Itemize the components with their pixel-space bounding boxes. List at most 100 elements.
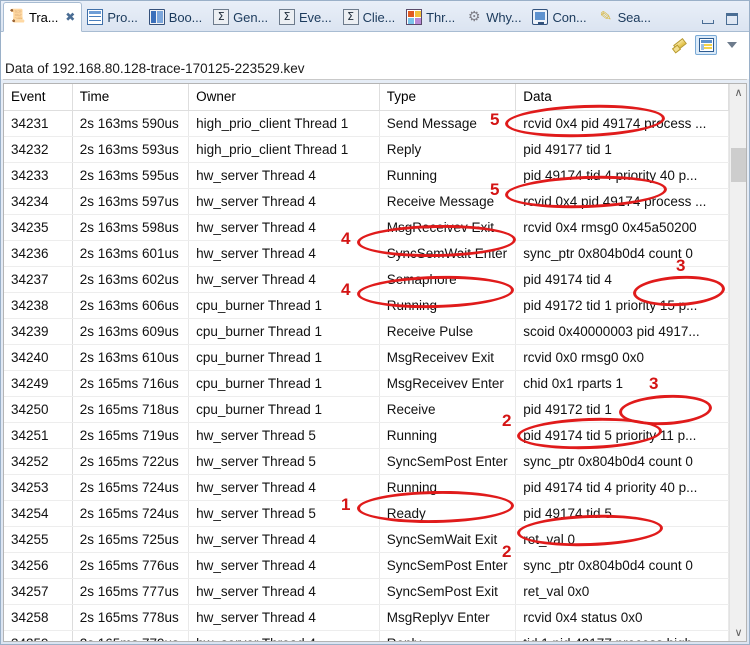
cell-event: 34240 (4, 344, 72, 370)
scroll-up-arrow-icon[interactable]: ∧ (730, 84, 747, 101)
table-row[interactable]: 342322s 163ms 593ushigh_prio_client Thre… (4, 136, 729, 162)
tab-properties[interactable]: Pro... (82, 3, 143, 31)
cell-type: Running (379, 292, 515, 318)
tab-label: Gen... (233, 10, 268, 25)
column-header-type[interactable]: Type (379, 84, 515, 110)
minimize-icon[interactable] (701, 13, 715, 25)
column-header-data[interactable]: Data (516, 84, 729, 110)
tab-general[interactable]: Σ Gen... (208, 3, 274, 31)
highlighter-tool-button[interactable] (669, 35, 691, 55)
cell-data: pid 49174 tid 4 priority 40 p... (516, 474, 729, 500)
cell-owner: hw_server Thread 4 (189, 188, 380, 214)
table-row[interactable]: 342342s 163ms 597ushw_server Thread 4Rec… (4, 188, 729, 214)
close-icon[interactable]: ✖ (65, 10, 75, 24)
table-row[interactable]: 342592s 165ms 779ushw_server Thread 4Rep… (4, 630, 729, 641)
cell-time: 2s 163ms 597us (72, 188, 188, 214)
table-row[interactable]: 342562s 165ms 776ushw_server Thread 4Syn… (4, 552, 729, 578)
sigma-icon: Σ (343, 9, 359, 25)
cell-type: SyncSemWait Enter (379, 240, 515, 266)
column-header-event[interactable]: Event (4, 84, 72, 110)
cell-owner: hw_server Thread 4 (189, 214, 380, 240)
cell-data: pid 49174 tid 4 priority 40 p... (516, 162, 729, 188)
cell-time: 2s 165ms 719us (72, 422, 188, 448)
cell-data: scoid 0x40000003 pid 4917... (516, 318, 729, 344)
trace-table-scroll-area[interactable]: Event Time Owner Type Data 342312s 163ms… (4, 84, 729, 641)
thread-quadrant-icon (406, 9, 422, 25)
cell-type: MsgReceivev Enter (379, 370, 515, 396)
table-row[interactable]: 342362s 163ms 601ushw_server Thread 4Syn… (4, 240, 729, 266)
tab-label: Tra... (29, 10, 58, 25)
cell-owner: hw_server Thread 4 (189, 162, 380, 188)
cell-type: SyncSemPost Exit (379, 578, 515, 604)
tab-bookmarks[interactable]: Boo... (144, 3, 208, 31)
table-row[interactable]: 342492s 165ms 716uscpu_burner Thread 1Ms… (4, 370, 729, 396)
tab-client[interactable]: Σ Clie... (338, 3, 402, 31)
table-row[interactable]: 342582s 165ms 778ushw_server Thread 4Msg… (4, 604, 729, 630)
view-menu-button[interactable] (721, 35, 743, 55)
table-row[interactable]: 342532s 165ms 724ushw_server Thread 4Run… (4, 474, 729, 500)
table-row[interactable]: 342552s 165ms 725ushw_server Thread 4Syn… (4, 526, 729, 552)
table-row[interactable]: 342502s 165ms 718uscpu_burner Thread 1Re… (4, 396, 729, 422)
scroll-down-arrow-icon[interactable]: ∨ (730, 624, 747, 641)
table-view-toggle-button[interactable] (695, 35, 717, 55)
tab-label: Boo... (169, 10, 202, 25)
table-row[interactable]: 342392s 163ms 609uscpu_burner Thread 1Re… (4, 318, 729, 344)
table-row[interactable]: 342332s 163ms 595ushw_server Thread 4Run… (4, 162, 729, 188)
editor-tab-bar: 📜 Tra... ✖ Pro... Boo... Σ Gen... Σ Eve.… (1, 1, 749, 32)
cell-data: chid 0x1 rparts 1 (516, 370, 729, 396)
cell-event: 34239 (4, 318, 72, 344)
table-row[interactable]: 342372s 163ms 602ushw_server Thread 4Sem… (4, 266, 729, 292)
tab-label: Pro... (107, 10, 137, 25)
column-header-time[interactable]: Time (72, 84, 188, 110)
vertical-scrollbar[interactable]: ∧ ∨ (729, 84, 746, 641)
table-row[interactable]: 342312s 163ms 590ushigh_prio_client Thre… (4, 110, 729, 136)
scrollbar-thumb[interactable] (731, 148, 746, 182)
tab-console[interactable]: Con... (527, 3, 592, 31)
tab-label: Eve... (299, 10, 332, 25)
cell-data: pid 49172 tid 1 (516, 396, 729, 422)
cell-event: 34235 (4, 214, 72, 240)
cell-type: Reply (379, 136, 515, 162)
cell-type: Running (379, 474, 515, 500)
cell-owner: hw_server Thread 4 (189, 474, 380, 500)
table-row[interactable]: 342402s 163ms 610uscpu_burner Thread 1Ms… (4, 344, 729, 370)
table-row[interactable]: 342522s 165ms 722ushw_server Thread 5Syn… (4, 448, 729, 474)
cell-time: 2s 165ms 724us (72, 500, 188, 526)
cell-data: rcvid 0x4 pid 49174 process ... (516, 110, 729, 136)
tab-events[interactable]: Σ Eve... (274, 3, 338, 31)
cell-type: Ready (379, 500, 515, 526)
cell-owner: hw_server Thread 5 (189, 500, 380, 526)
tab-label: Why... (486, 10, 521, 25)
tab-threads[interactable]: Thr... (401, 3, 461, 31)
cell-owner: high_prio_client Thread 1 (189, 110, 380, 136)
tab-label: Clie... (363, 10, 396, 25)
table-row[interactable]: 342542s 165ms 724ushw_server Thread 5Rea… (4, 500, 729, 526)
cell-event: 34256 (4, 552, 72, 578)
cell-time: 2s 165ms 716us (72, 370, 188, 396)
table-row[interactable]: 342512s 165ms 719ushw_server Thread 5Run… (4, 422, 729, 448)
search-pen-icon: ✎ (597, 8, 615, 26)
cell-owner: cpu_burner Thread 1 (189, 318, 380, 344)
cell-time: 2s 163ms 609us (72, 318, 188, 344)
cell-owner: hw_server Thread 4 (189, 604, 380, 630)
cell-data: ret_val 0 (516, 526, 729, 552)
cell-time: 2s 165ms 778us (72, 604, 188, 630)
table-row[interactable]: 342572s 165ms 777ushw_server Thread 4Syn… (4, 578, 729, 604)
view-title-bar: Data of 192.168.80.128-trace-170125-2235… (1, 57, 749, 79)
cell-data: ret_val 0x0 (516, 578, 729, 604)
cell-data: tid 1 pid 49177 process high... (516, 630, 729, 641)
table-header-row: Event Time Owner Type Data (4, 84, 729, 110)
cell-owner: hw_server Thread 5 (189, 422, 380, 448)
tab-label: Sea... (618, 10, 651, 25)
table-row[interactable]: 342382s 163ms 606uscpu_burner Thread 1Ru… (4, 292, 729, 318)
cell-event: 34251 (4, 422, 72, 448)
tab-search[interactable]: ✎ Sea... (593, 3, 657, 31)
maximize-icon[interactable] (725, 13, 739, 25)
chevron-down-icon (727, 42, 737, 48)
column-header-owner[interactable]: Owner (189, 84, 380, 110)
cell-owner: hw_server Thread 4 (189, 240, 380, 266)
tab-trace[interactable]: 📜 Tra... ✖ (3, 2, 82, 32)
table-row[interactable]: 342352s 163ms 598ushw_server Thread 4Msg… (4, 214, 729, 240)
cell-event: 34238 (4, 292, 72, 318)
tab-why[interactable]: ⚙ Why... (461, 3, 527, 31)
